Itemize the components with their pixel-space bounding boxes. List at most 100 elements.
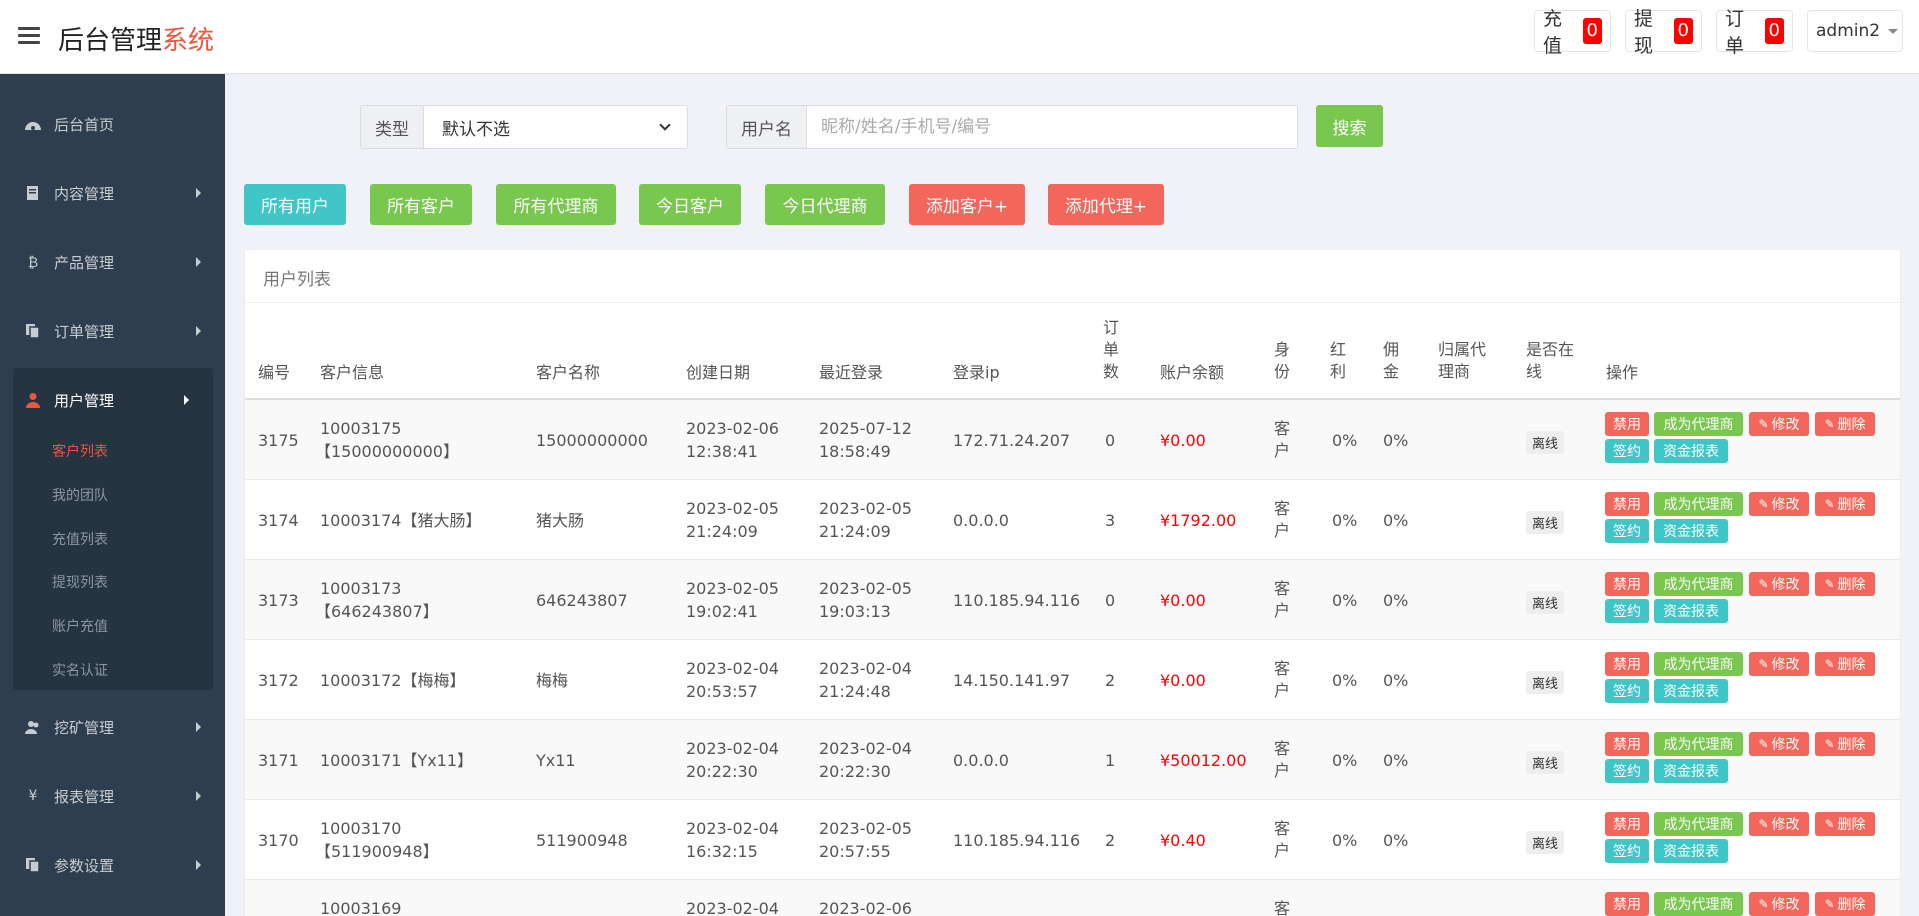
disable-button[interactable]: 禁用 xyxy=(1605,572,1649,596)
cell-info-sub: 【15000000000】 xyxy=(315,442,459,461)
sidebar-sub-customer-list[interactable]: 客户列表 xyxy=(52,441,108,461)
sidebar-sub-my-team[interactable]: 我的团队 xyxy=(52,485,108,505)
disable-button[interactable]: 禁用 xyxy=(1605,892,1649,916)
username-filter-group: 用户名 xyxy=(726,105,1298,149)
edit-button[interactable]: ✎ 修改 xyxy=(1749,812,1809,836)
delete-button[interactable]: ✎ 删除 xyxy=(1815,652,1875,676)
sidebar-item-users[interactable]: 用户管理 xyxy=(0,378,213,422)
disable-button[interactable]: 禁用 xyxy=(1605,412,1649,436)
today-agents-button[interactable]: 今日代理商 xyxy=(765,184,885,225)
disable-button[interactable]: 禁用 xyxy=(1605,732,1649,756)
cell-orders: 1 xyxy=(1105,751,1116,770)
make-agent-button[interactable]: 成为代理商 xyxy=(1654,412,1743,436)
sign-button[interactable]: 签约 xyxy=(1605,519,1649,543)
cell-commission: 0% xyxy=(1383,831,1409,850)
sidebar-item-products[interactable]: ₿ 产品管理 xyxy=(0,240,225,284)
delete-button[interactable]: ✎ 删除 xyxy=(1815,892,1875,916)
withdraw-button[interactable]: 提现 0 xyxy=(1625,8,1702,57)
cell-info-sub: 【511900948】 xyxy=(315,842,439,861)
fund-report-button[interactable]: 资金报表 xyxy=(1654,839,1728,863)
delete-button[interactable]: ✎ 删除 xyxy=(1815,812,1875,836)
edit-button[interactable]: ✎ 修改 xyxy=(1749,652,1809,676)
type-filter-group: 类型 默认不选 xyxy=(360,105,688,149)
edit-button[interactable]: ✎ 修改 xyxy=(1749,732,1809,756)
all-agents-button[interactable]: 所有代理商 xyxy=(496,184,616,225)
delete-button[interactable]: ✎ 删除 xyxy=(1815,732,1875,756)
table-row: 3170 10003170 【511900948】 511900948 2023-02-… xyxy=(245,800,1900,880)
disable-button[interactable]: 禁用 xyxy=(1605,652,1649,676)
delete-button[interactable]: ✎ 删除 xyxy=(1815,572,1875,596)
header-commission: 佣金 xyxy=(1383,340,1400,381)
pencil-icon: ✎ xyxy=(1758,897,1769,911)
sidebar-item-orders[interactable]: 订单管理 xyxy=(0,309,225,353)
user-menu-dropdown[interactable]: admin2 xyxy=(1807,10,1903,52)
cell-created-date: 2023-02-05 xyxy=(686,579,779,598)
delete-button[interactable]: ✎ 删除 xyxy=(1815,492,1875,516)
sidebar-item-reports[interactable]: ¥ 报表管理 xyxy=(0,774,225,818)
recharge-button[interactable]: 充值 0 xyxy=(1534,8,1611,57)
pencil-icon: ✎ xyxy=(1758,497,1769,511)
delete-button[interactable]: ✎ 删除 xyxy=(1815,412,1875,436)
edit-label: 修改 xyxy=(1771,657,1800,673)
type-select[interactable]: 默认不选 xyxy=(424,106,687,148)
make-agent-button[interactable]: 成为代理商 xyxy=(1654,892,1743,916)
make-agent-button[interactable]: 成为代理商 xyxy=(1654,652,1743,676)
edit-button[interactable]: ✎ 修改 xyxy=(1749,572,1809,596)
cell-ip: 110.185.94.116 xyxy=(953,831,1081,850)
sidebar-item-content[interactable]: 内容管理 xyxy=(0,171,225,215)
sidebar-sub-verification[interactable]: 实名认证 xyxy=(52,660,108,680)
status-badge: 离线 xyxy=(1526,591,1565,614)
sidebar-item-settings[interactable]: 参数设置 xyxy=(0,843,225,887)
all-customers-button[interactable]: 所有客户 xyxy=(370,184,472,225)
fund-report-button[interactable]: 资金报表 xyxy=(1654,439,1728,463)
make-agent-button[interactable]: 成为代理商 xyxy=(1654,812,1743,836)
fund-report-button[interactable]: 资金报表 xyxy=(1654,599,1728,623)
today-customers-button[interactable]: 今日客户 xyxy=(639,184,741,225)
cell-ip: 110.185.94.116 xyxy=(953,591,1081,610)
pencil-icon: ✎ xyxy=(1824,497,1835,511)
cell-name: Yx11 xyxy=(536,751,576,770)
add-customer-button[interactable]: 添加客户+ xyxy=(909,184,1025,225)
make-agent-button[interactable]: 成为代理商 xyxy=(1654,492,1743,516)
orders-button[interactable]: 订单 0 xyxy=(1716,8,1793,57)
sidebar-sub-account-recharge[interactable]: 账户充值 xyxy=(52,616,108,636)
username-search-input[interactable] xyxy=(807,106,1297,148)
edit-button[interactable]: ✎ 修改 xyxy=(1749,892,1809,916)
fund-report-button[interactable]: 资金报表 xyxy=(1654,519,1728,543)
sign-button[interactable]: 签约 xyxy=(1605,839,1649,863)
make-agent-button[interactable]: 成为代理商 xyxy=(1654,572,1743,596)
sidebar-item-home[interactable]: 后台首页 xyxy=(0,102,225,146)
add-agent-button[interactable]: 添加代理+ xyxy=(1048,184,1164,225)
cell-login-time: 21:24:09 xyxy=(819,522,891,541)
sign-button[interactable]: 签约 xyxy=(1605,679,1649,703)
fund-report-button[interactable]: 资金报表 xyxy=(1654,759,1728,783)
make-agent-button[interactable]: 成为代理商 xyxy=(1654,732,1743,756)
sign-button[interactable]: 签约 xyxy=(1605,599,1649,623)
edit-label: 修改 xyxy=(1771,577,1800,593)
all-users-button[interactable]: 所有用户 xyxy=(244,184,346,225)
header-name: 客户名称 xyxy=(536,363,601,382)
menu-toggle-icon[interactable] xyxy=(18,27,40,45)
disable-button[interactable]: 禁用 xyxy=(1605,812,1649,836)
chevron-right-icon xyxy=(196,791,201,801)
brand-title: 后台管理系统 xyxy=(58,26,215,56)
edit-button[interactable]: ✎ 修改 xyxy=(1749,412,1809,436)
cell-info: 10003173 xyxy=(320,579,402,598)
cell-login-time: 18:58:49 xyxy=(819,442,891,461)
cell-created-date: 2023-02-04 xyxy=(686,899,779,916)
fund-report-button[interactable]: 资金报表 xyxy=(1654,679,1728,703)
pencil-icon: ✎ xyxy=(1758,577,1769,591)
sidebar-sub-recharge-list[interactable]: 充值列表 xyxy=(52,529,108,549)
sign-button[interactable]: 签约 xyxy=(1605,439,1649,463)
edit-button[interactable]: ✎ 修改 xyxy=(1749,492,1809,516)
disable-button[interactable]: 禁用 xyxy=(1605,492,1649,516)
sidebar-sub-withdraw-list[interactable]: 提现列表 xyxy=(52,572,108,592)
search-button[interactable]: 搜索 xyxy=(1316,105,1383,147)
header-orders: 订单数 xyxy=(1103,318,1120,381)
dashboard-icon xyxy=(24,116,42,132)
header-actions: 操作 xyxy=(1606,363,1639,382)
header-last-login: 最近登录 xyxy=(819,363,884,382)
cell-created-time: 20:53:57 xyxy=(686,682,758,701)
sign-button[interactable]: 签约 xyxy=(1605,759,1649,783)
sidebar-item-mining[interactable]: 挖矿管理 xyxy=(0,705,225,749)
